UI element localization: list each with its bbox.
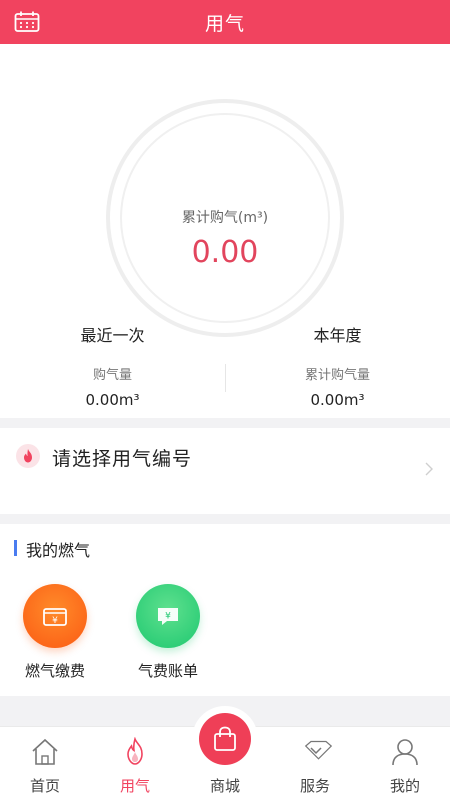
nav-gas-label: 用气 bbox=[119, 777, 150, 795]
my-gas-section: 我的燃气 ¥ 燃气缴费 ¥ 气费账单 bbox=[0, 524, 450, 696]
stat-recent: 最近一次 购气量 0.00m³ bbox=[0, 314, 225, 409]
flame-icon bbox=[127, 737, 143, 765]
nav-gas[interactable]: 用气 bbox=[90, 727, 180, 800]
bill-icon: ¥ bbox=[136, 584, 200, 648]
app-header: 用气 bbox=[0, 0, 450, 44]
page-title: 用气 bbox=[204, 12, 245, 35]
nav-service[interactable]: 服务 bbox=[270, 727, 360, 800]
nav-service-label: 服务 bbox=[299, 777, 330, 795]
shopping-bag-icon bbox=[214, 726, 236, 751]
gauge-label: 累计购气(m³) bbox=[181, 210, 269, 226]
fire-icon bbox=[16, 444, 40, 468]
payment-glyph: ¥ bbox=[52, 616, 58, 626]
mall-circle bbox=[199, 713, 251, 765]
gas-summary-card: 累计购气(m³) 0.00 最近一次 购气量 0.00m³ 本年度 累计购气量 … bbox=[0, 44, 450, 418]
gas-bill-button[interactable]: ¥ 气费账单 bbox=[123, 584, 213, 681]
calendar-button[interactable] bbox=[12, 8, 42, 36]
home-icon bbox=[32, 738, 58, 765]
chevron-right-icon bbox=[425, 462, 433, 476]
calendar-icon bbox=[14, 11, 40, 32]
select-gas-number-label: 请选择用气编号 bbox=[52, 448, 193, 470]
service-icon bbox=[304, 740, 333, 760]
stat-year-value: 0.00m³ bbox=[310, 391, 365, 409]
select-gas-number-row[interactable]: 请选择用气编号 bbox=[0, 428, 450, 514]
payment-icon: ¥ bbox=[23, 584, 87, 648]
stat-year: 本年度 累计购气量 0.00m³ bbox=[225, 314, 450, 409]
gas-payment-label: 燃气缴费 bbox=[24, 662, 85, 680]
gas-gauge: 累计购气(m³) 0.00 bbox=[106, 99, 344, 337]
stats-row: 最近一次 购气量 0.00m³ 本年度 累计购气量 0.00m³ bbox=[0, 314, 450, 414]
nav-home[interactable]: 首页 bbox=[0, 727, 90, 800]
section-accent-bar bbox=[14, 540, 17, 556]
gas-payment-button[interactable]: ¥ 燃气缴费 bbox=[10, 584, 100, 681]
gas-bill-label: 气费账单 bbox=[137, 662, 198, 680]
nav-mall-label: 商城 bbox=[209, 777, 240, 795]
gauge-value: 0.00 bbox=[191, 235, 259, 270]
stat-recent-label: 购气量 bbox=[92, 368, 132, 383]
nav-home-label: 首页 bbox=[29, 777, 60, 795]
section-title: 我的燃气 bbox=[26, 541, 91, 560]
nav-profile-label: 我的 bbox=[389, 777, 420, 795]
stat-recent-title: 最近一次 bbox=[80, 326, 145, 345]
mall-float-button[interactable] bbox=[192, 706, 258, 772]
stat-recent-value: 0.00m³ bbox=[85, 391, 140, 409]
nav-profile[interactable]: 我的 bbox=[360, 727, 450, 800]
stat-year-label: 累计购气量 bbox=[304, 368, 370, 383]
profile-icon bbox=[392, 739, 418, 766]
app-screen: 用气 累计购气(m³) 0.00 最近一次 购气量 0.00m³ 本年度 累计购… bbox=[0, 0, 450, 800]
stat-year-title: 本年度 bbox=[313, 326, 362, 345]
bill-glyph: ¥ bbox=[165, 612, 171, 622]
